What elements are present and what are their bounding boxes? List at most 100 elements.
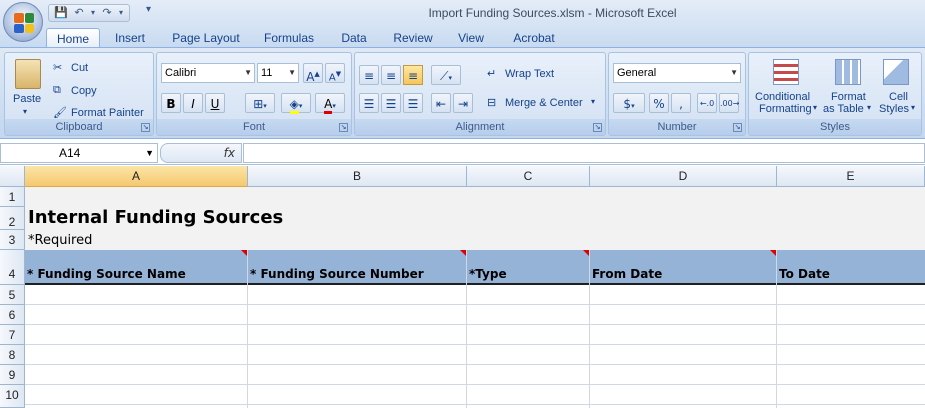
tab-insert[interactable]: Insert: [108, 28, 152, 48]
percent-button[interactable]: %: [649, 93, 669, 113]
font-family-value: Calibri: [165, 67, 197, 79]
chevron-down-icon: ▼: [288, 68, 296, 77]
number-format-select[interactable]: General ▼: [613, 63, 741, 83]
title-bar: 💾 ↶ ▾ ↷ ▾ ▾ Import Funding Sources.xlsm …: [0, 0, 925, 26]
formula-input[interactable]: [243, 143, 925, 163]
row-header-7[interactable]: 7: [0, 325, 25, 345]
ribbon: Paste ▾ ✂ Cut ⧉ Copy 🖌 Format Painter Cl…: [0, 47, 925, 139]
wrap-text-icon: ↵: [487, 68, 497, 80]
tab-view[interactable]: View: [452, 28, 490, 48]
align-middle-button[interactable]: ≡: [381, 65, 401, 85]
paste-icon[interactable]: [15, 59, 41, 89]
wrap-text-button[interactable]: Wrap Text: [505, 68, 554, 80]
font-family-select[interactable]: Calibri ▼: [161, 63, 255, 83]
alignment-launcher-icon[interactable]: ↘: [593, 123, 602, 132]
grow-font-button[interactable]: A▲: [303, 63, 323, 84]
row-header-5[interactable]: 5: [0, 285, 25, 305]
row-header-1[interactable]: 1: [0, 187, 25, 207]
align-bottom-button[interactable]: ≡: [403, 65, 423, 85]
column-header-a[interactable]: A: [25, 166, 248, 187]
row-header-9[interactable]: 9: [0, 365, 25, 385]
chevron-down-icon[interactable]: ▼: [145, 144, 154, 162]
tab-review[interactable]: Review: [388, 28, 438, 48]
tab-page-layout[interactable]: Page Layout: [168, 28, 244, 48]
header-from-date[interactable]: From Date: [590, 267, 662, 281]
select-all-corner[interactable]: [0, 166, 25, 187]
shrink-font-button[interactable]: A▼: [325, 63, 345, 83]
name-box[interactable]: A14 ▼: [0, 143, 158, 163]
column-header-b[interactable]: B: [248, 166, 467, 187]
comma-button[interactable]: ,: [671, 93, 691, 113]
header-funding-source-name[interactable]: * Funding Source Name: [25, 267, 186, 281]
sheet-title: Internal Funding Sources: [28, 207, 284, 228]
number-format-value: General: [617, 67, 657, 79]
cell-styles-button[interactable]: Cell: [889, 91, 908, 103]
number-launcher-icon[interactable]: ↘: [733, 123, 742, 132]
merge-dropdown-icon[interactable]: ▾: [591, 97, 595, 106]
cut-button[interactable]: Cut: [71, 62, 88, 74]
clipboard-launcher-icon[interactable]: ↘: [141, 123, 150, 132]
font-color-button[interactable]: A▾: [315, 93, 345, 114]
formula-bar: A14 ▼ fx: [0, 141, 925, 165]
row-header-8[interactable]: 8: [0, 345, 25, 365]
paste-dropdown-icon[interactable]: ▾: [23, 107, 27, 116]
worksheet-grid[interactable]: A B C D E Internal Funding Sources *Requ…: [0, 166, 925, 408]
conditional-formatting-label: Formatting: [759, 103, 812, 115]
currency-label: $: [623, 97, 632, 111]
insert-function-button[interactable]: fx: [160, 143, 242, 163]
tab-home[interactable]: Home: [46, 28, 100, 48]
header-to-date[interactable]: To Date: [777, 267, 830, 281]
decrease-decimal-button[interactable]: .00→: [719, 93, 739, 113]
window-title: Import Funding Sources.xlsm - Microsoft …: [428, 6, 677, 20]
conditional-formatting-icon: [773, 59, 799, 85]
bold-button[interactable]: B: [161, 93, 181, 113]
column-header-c[interactable]: C: [467, 166, 590, 187]
paste-button[interactable]: Paste: [13, 93, 41, 105]
chevron-down-icon: ▾: [813, 103, 818, 112]
clipboard-group: Paste ▾ ✂ Cut ⧉ Copy 🖌 Format Painter Cl…: [4, 52, 154, 136]
font-size-select[interactable]: 11 ▼: [257, 63, 299, 83]
row-header-3[interactable]: 3: [0, 230, 25, 250]
row-divider: [25, 324, 925, 325]
tab-data[interactable]: Data: [336, 28, 372, 48]
chevron-down-icon: ▾: [867, 103, 872, 112]
merge-center-button[interactable]: Merge & Center: [505, 97, 583, 109]
name-box-value: A14: [59, 146, 81, 160]
header-type[interactable]: *Type: [467, 267, 507, 281]
font-launcher-icon[interactable]: ↘: [339, 123, 348, 132]
office-button[interactable]: [3, 2, 43, 42]
increase-indent-button[interactable]: ⇥: [453, 93, 473, 113]
underline-button[interactable]: U: [205, 93, 225, 113]
conditional-formatting-button[interactable]: Conditional: [755, 91, 810, 103]
fill-color-button[interactable]: ◈▾: [281, 93, 311, 114]
required-note: *Required: [28, 233, 93, 248]
row-header-4[interactable]: 4: [0, 250, 25, 285]
increase-decimal-button[interactable]: ←.0: [697, 93, 717, 113]
currency-button[interactable]: $▾: [613, 93, 645, 113]
borders-button[interactable]: ⊞▾: [245, 93, 275, 113]
styles-group: Conditional Formatting ▾ Format as Table…: [748, 52, 922, 136]
format-painter-button[interactable]: Format Painter: [71, 107, 144, 119]
ribbon-tabs: Home Insert Page Layout Formulas Data Re…: [0, 26, 925, 48]
header-funding-source-number[interactable]: * Funding Source Number: [248, 267, 424, 281]
row-divider: [25, 304, 925, 305]
number-group: General ▼ $▾ % , ←.0 .00→ Number ↘: [608, 52, 746, 136]
align-top-button[interactable]: ≡: [359, 65, 379, 85]
format-as-table-label: as Table: [823, 103, 864, 115]
italic-button[interactable]: I: [183, 93, 203, 113]
row-header-2[interactable]: 2: [0, 207, 25, 230]
column-header-e[interactable]: E: [777, 166, 925, 187]
align-right-button[interactable]: ☰: [403, 93, 423, 113]
tab-acrobat[interactable]: Acrobat: [506, 28, 562, 48]
format-as-table-button[interactable]: Format: [831, 91, 866, 103]
orientation-button[interactable]: ⟋▾: [431, 65, 461, 85]
column-header-d[interactable]: D: [590, 166, 777, 187]
decrease-indent-button[interactable]: ⇤: [431, 93, 451, 113]
row-header-10[interactable]: 10: [0, 385, 25, 408]
align-left-button[interactable]: ☰: [359, 93, 379, 113]
format-painter-icon: 🖌: [53, 107, 67, 119]
row-header-6[interactable]: 6: [0, 305, 25, 325]
align-center-button[interactable]: ☰: [381, 93, 401, 113]
tab-formulas[interactable]: Formulas: [258, 28, 320, 48]
copy-button[interactable]: Copy: [71, 85, 97, 97]
